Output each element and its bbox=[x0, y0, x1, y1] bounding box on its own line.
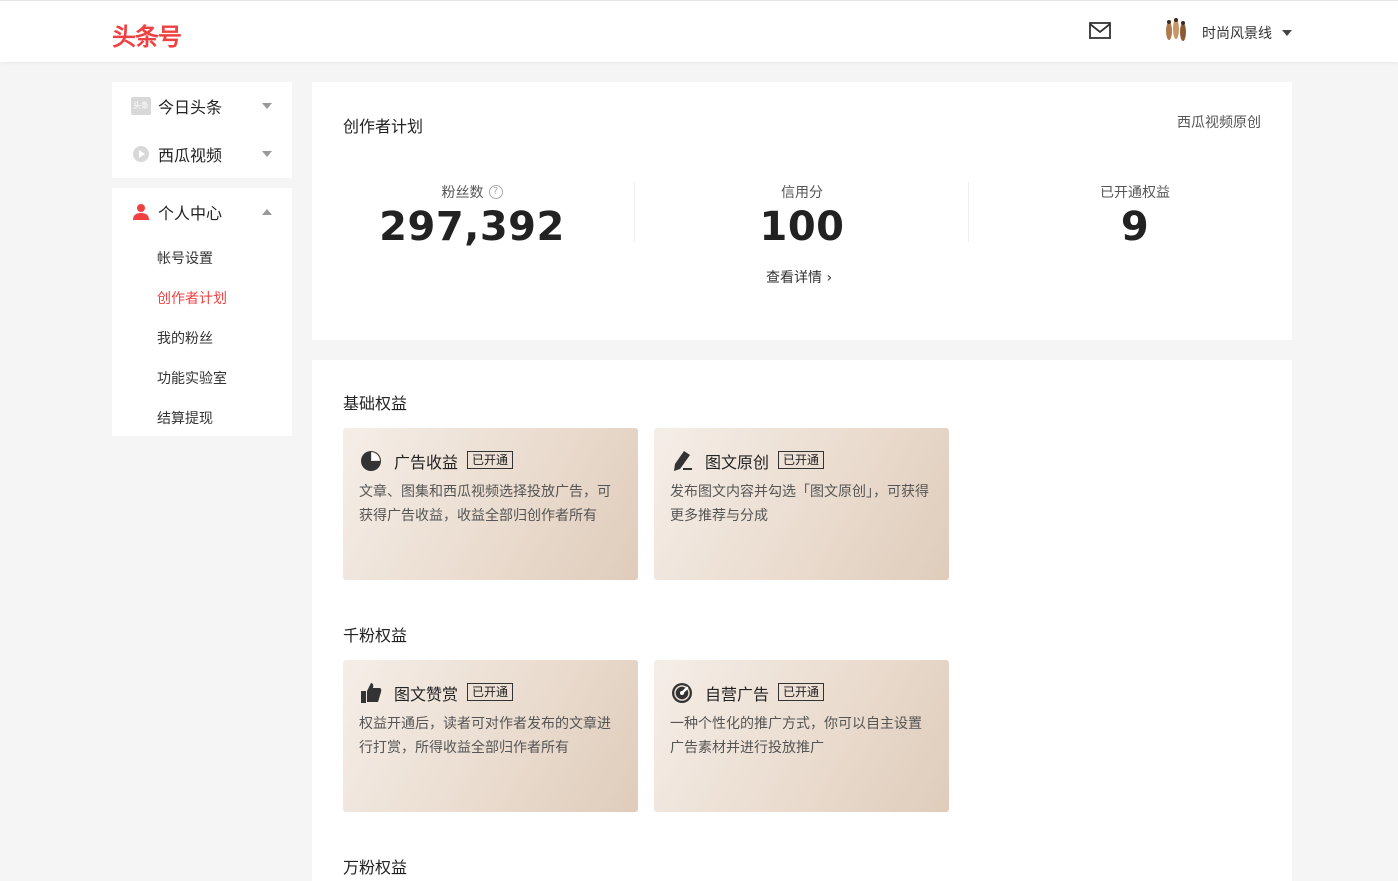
perk-name: 图文原创 bbox=[705, 453, 770, 472]
sidebar-subitem-account-settings[interactable]: 帐号设置 bbox=[157, 248, 213, 268]
sidebar-item-label: 个人中心 bbox=[158, 204, 223, 223]
toutiao-icon: 头条 bbox=[130, 95, 152, 117]
perk-name: 自营广告 bbox=[705, 685, 770, 704]
perk-card-self-ads[interactable]: 自营广告 已开通 一种个性化的推广方式，你可以自主设置广告素材并进行投放推广 bbox=[654, 660, 949, 812]
status-badge: 已开通 bbox=[467, 683, 514, 701]
chevron-down-icon[interactable] bbox=[1282, 30, 1292, 36]
help-icon[interactable]: ? bbox=[488, 185, 503, 199]
stat-fans: 粉丝数 ? 297,392 bbox=[312, 182, 632, 250]
stat-value: 297,392 bbox=[379, 204, 565, 250]
pen-icon bbox=[674, 451, 692, 471]
status-badge: 已开通 bbox=[467, 451, 514, 469]
stat-credit: 信用分 100 bbox=[642, 182, 962, 250]
user-menu[interactable]: 时尚风景线 bbox=[1160, 17, 1292, 49]
pie-chart-icon bbox=[361, 451, 381, 471]
logo[interactable]: 头条号 bbox=[112, 17, 182, 52]
perk-description: 文章、图集和西瓜视频选择投放广告，可获得广告收益，收益全部归创作者所有 bbox=[359, 484, 611, 524]
perk-name: 图文赞赏 bbox=[394, 685, 459, 704]
perk-card-ad-revenue[interactable]: 广告收益 已开通 文章、图集和西瓜视频选择投放广告，可获得广告收益，收益全部归创… bbox=[343, 428, 638, 580]
sidebar-subitem-feature-lab[interactable]: 功能实验室 bbox=[157, 368, 227, 388]
sidebar-item-xigua[interactable]: 西瓜视频 bbox=[112, 134, 292, 174]
username: 时尚风景线 bbox=[1202, 26, 1272, 42]
stat-value: 9 bbox=[1120, 204, 1150, 250]
perk-description: 发布图文内容并勾选「图文原创」，可获得更多推荐与分成 bbox=[670, 484, 929, 524]
sidebar-item-label: 今日头条 bbox=[158, 98, 223, 117]
status-badge: 已开通 bbox=[778, 683, 825, 701]
perk-card-tipping[interactable]: 图文赞赏 已开通 权益开通后，读者可对作者发布的文章进行打赏，所得收益全部归作者… bbox=[343, 660, 638, 812]
perk-description: 一种个性化的推广方式，你可以自主设置广告素材并进行投放推广 bbox=[670, 716, 922, 756]
xigua-original-link[interactable]: 西瓜视频原创 bbox=[1177, 112, 1261, 132]
section-title: 千粉权益 bbox=[343, 626, 408, 645]
mail-icon[interactable] bbox=[1088, 21, 1112, 41]
stat-rights: 已开通权益 9 bbox=[975, 182, 1295, 250]
creator-plan-overview: 创作者计划 西瓜视频原创 粉丝数 ? 297,392 信用分 100 已开通权益… bbox=[312, 82, 1292, 340]
gauge-icon bbox=[672, 683, 692, 703]
xigua-icon bbox=[130, 143, 152, 165]
perk-name: 广告收益 bbox=[394, 453, 459, 472]
page-title: 创作者计划 bbox=[343, 117, 424, 136]
sidebar-personal: 个人中心 帐号设置 创作者计划 我的粉丝 功能实验室 结算提现 bbox=[112, 188, 292, 436]
stat-label: 粉丝数 bbox=[441, 185, 484, 201]
avatar bbox=[1160, 17, 1192, 49]
stat-label: 已开通权益 bbox=[1100, 185, 1170, 201]
status-badge: 已开通 bbox=[778, 451, 825, 469]
sidebar-item-toutiao[interactable]: 头条 今日头条 bbox=[112, 86, 292, 126]
divider bbox=[968, 182, 969, 242]
user-icon bbox=[130, 201, 152, 223]
divider bbox=[634, 182, 635, 242]
sidebar-subitem-creator-plan[interactable]: 创作者计划 bbox=[157, 288, 227, 308]
sidebar-platforms: 头条 今日头条 西瓜视频 bbox=[112, 82, 292, 178]
top-header: 头条号 时尚风景线 bbox=[0, 0, 1398, 62]
perk-card-original-article[interactable]: 图文原创 已开通 发布图文内容并勾选「图文原创」，可获得更多推荐与分成 bbox=[654, 428, 949, 580]
sidebar-item-personal-center[interactable]: 个人中心 bbox=[112, 192, 292, 232]
thumbs-up-icon bbox=[361, 683, 382, 703]
sidebar-subitem-settlement[interactable]: 结算提现 bbox=[157, 408, 213, 428]
stat-value: 100 bbox=[759, 204, 845, 250]
perk-description: 权益开通后，读者可对作者发布的文章进行打赏，所得收益全部归作者所有 bbox=[359, 716, 611, 756]
section-title: 万粉权益 bbox=[343, 858, 408, 877]
rights-list: 基础权益 广告收益 已开通 文章、图集和西瓜视频选择投放广告，可获得广告收益，收… bbox=[312, 360, 1292, 881]
sidebar-subitem-my-fans[interactable]: 我的粉丝 bbox=[157, 328, 213, 348]
chevron-up-icon[interactable] bbox=[262, 209, 272, 215]
chevron-down-icon[interactable] bbox=[262, 103, 272, 109]
view-details-link[interactable]: 查看详情 › bbox=[766, 267, 832, 287]
sidebar-item-label: 西瓜视频 bbox=[158, 146, 223, 165]
chevron-down-icon[interactable] bbox=[262, 151, 272, 157]
stat-label: 信用分 bbox=[781, 185, 823, 201]
section-title: 基础权益 bbox=[343, 394, 408, 413]
